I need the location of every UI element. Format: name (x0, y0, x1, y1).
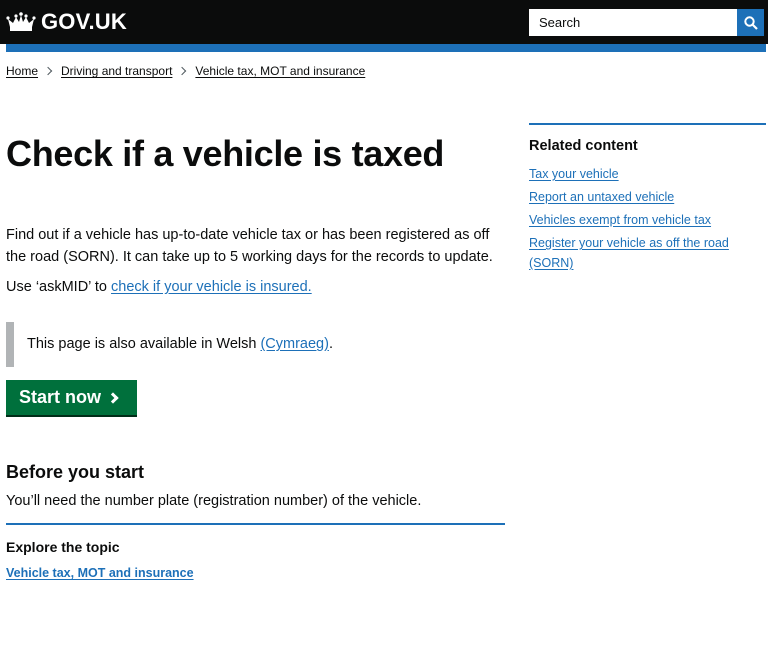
chevron-right-icon (107, 392, 119, 404)
explore-divider (6, 523, 505, 525)
related-content-heading: Related content (529, 138, 638, 154)
askmid-text: Use ‘askMID’ to (6, 279, 112, 295)
welsh-inset-period: . (328, 336, 333, 352)
related-link-vehicles-exempt[interactable]: Vehicles exempt from vehicle tax (529, 213, 711, 227)
askmid-paragraph: Use ‘askMID’ to check if your vehicle is… (6, 276, 312, 298)
welsh-inset: This page is also available in Welsh (Cy… (6, 322, 506, 367)
search-icon (743, 15, 758, 30)
crown-icon (6, 12, 36, 31)
related-list-item: Tax your vehicle (529, 164, 754, 184)
header-blue-bar (6, 44, 766, 52)
breadcrumb-chevron-icon (43, 66, 53, 76)
related-link-tax-your-vehicle[interactable]: Tax your vehicle (529, 167, 619, 181)
before-you-start-text: You’ll need the number plate (registrati… (6, 493, 422, 509)
related-links-list: Tax your vehicle Report an untaxed vehic… (529, 164, 754, 276)
related-list-item: Report an untaxed vehicle (529, 187, 754, 207)
logo-text: GOV.UK (41, 9, 127, 34)
cymraeg-link[interactable]: (Cymraeg) (260, 336, 328, 352)
welsh-inset-text: This page is also available in Welsh (27, 336, 261, 352)
related-list-item: Register your vehicle as off the road (S… (529, 233, 754, 273)
breadcrumb-chevron-icon (178, 66, 187, 76)
explore-topic-link[interactable]: Vehicle tax, MOT and insurance (6, 564, 194, 582)
govuk-logo-link[interactable]: GOV.UK (6, 9, 127, 35)
search-input[interactable] (529, 9, 737, 36)
explore-topic-heading: Explore the topic (6, 539, 120, 555)
search-button[interactable] (737, 9, 764, 36)
start-now-label: Start now (19, 387, 102, 407)
related-link-report-untaxed[interactable]: Report an untaxed vehicle (529, 190, 674, 204)
breadcrumb-home[interactable]: Home (6, 64, 38, 78)
check-insured-link[interactable]: check if your vehicle is insured. (111, 279, 312, 295)
breadcrumb-driving-and-transport[interactable]: Driving and transport (61, 64, 172, 78)
start-now-button[interactable]: Start now (6, 380, 137, 415)
related-list-item: Vehicles exempt from vehicle tax (529, 210, 754, 230)
intro-paragraph: Find out if a vehicle has up-to-date veh… (6, 227, 493, 265)
breadcrumb: Home Driving and transport Vehicle tax, … (6, 64, 365, 78)
breadcrumb-vehicle-tax[interactable]: Vehicle tax, MOT and insurance (195, 64, 365, 78)
before-you-start-heading: Before you start (6, 462, 145, 482)
related-divider (529, 123, 766, 125)
related-link-register-sorn[interactable]: Register your vehicle as off the road (S… (529, 236, 729, 270)
page-title: Check if a vehicle is taxed (6, 133, 445, 174)
site-header: GOV.UK (0, 0, 768, 44)
